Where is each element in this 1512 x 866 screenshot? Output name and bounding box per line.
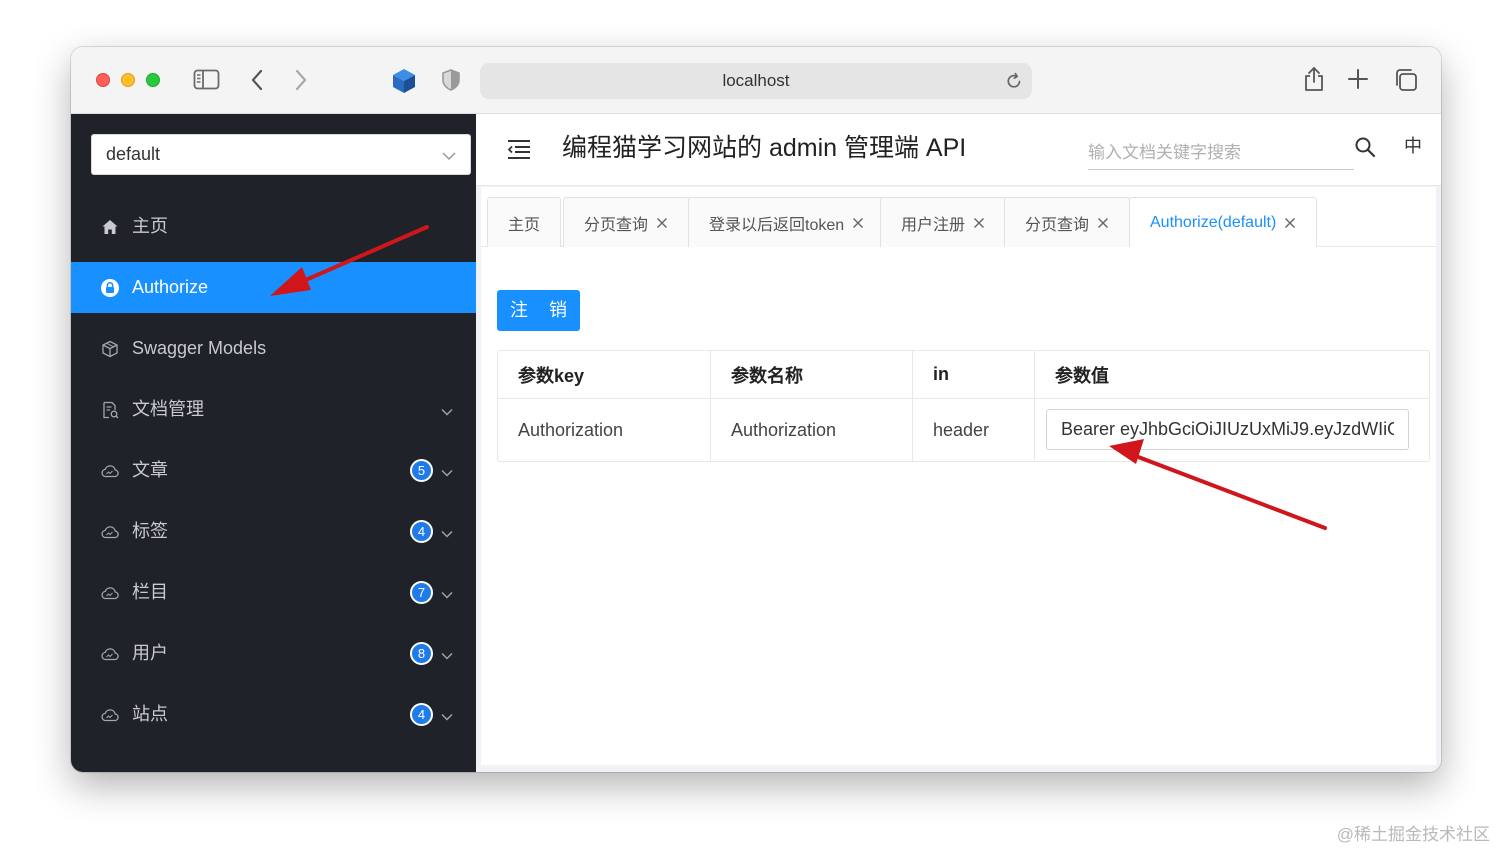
page-title: 编程猫学习网站的 admin 管理端 API (562, 134, 967, 162)
tab-user-register[interactable]: 用户注册 (880, 197, 1007, 247)
sidebar-item-column[interactable]: 栏目 7 (71, 567, 476, 618)
sidebar-item-label: 主页 (132, 216, 168, 236)
document-icon (100, 400, 120, 420)
column-header: 参数名称 (711, 351, 913, 398)
share-icon[interactable] (1303, 65, 1325, 93)
tab-paged-query-2[interactable]: 分页查询 (1004, 197, 1131, 247)
tab-label: 主页 (508, 216, 541, 234)
chevron-down-icon (441, 525, 453, 543)
close-window-button[interactable] (96, 73, 110, 87)
close-icon[interactable] (656, 217, 668, 229)
tab-label: 分页查询 (1025, 216, 1090, 234)
chevron-down-icon (441, 403, 453, 421)
url-text: localhost (722, 71, 790, 90)
cube-icon (100, 339, 120, 359)
tab-label: Authorize(default) (1150, 214, 1277, 231)
sidebar-item-label: 文章 (132, 460, 168, 480)
count-badge: 5 (410, 459, 433, 482)
sidebar-toggle-icon[interactable] (193, 68, 221, 92)
forward-icon[interactable] (293, 68, 309, 92)
column-header: 参数值 (1055, 365, 1109, 386)
table-row: Authorization Authorization header (498, 399, 1429, 461)
address-bar[interactable]: localhost (480, 63, 1032, 99)
sidebar-item-home[interactable]: 主页 (71, 201, 476, 252)
param-in-cell: header (913, 399, 1035, 461)
cloud-icon (100, 522, 120, 542)
cloud-icon (100, 705, 120, 725)
authorize-panel: 注 销 参数key 参数名称 in 参数值 Authorization Auth… (481, 247, 1436, 765)
param-key-cell: Authorization (498, 399, 711, 461)
sidebar-item-authorize[interactable]: Authorize (71, 262, 476, 313)
sidebar-item-user[interactable]: 用户 8 (71, 628, 476, 679)
privacy-shield-icon[interactable] (441, 68, 461, 92)
doc-search-input[interactable] (1088, 136, 1354, 170)
count-badge: 4 (410, 703, 433, 726)
sidebar-item-label: 文档管理 (132, 399, 204, 419)
sidebar-item-label: 用户 (132, 643, 168, 663)
logout-button[interactable]: 注 销 (497, 290, 580, 331)
sidebar-item-tag[interactable]: 标签 4 (71, 506, 476, 557)
reload-icon[interactable] (1004, 71, 1024, 96)
cloud-icon (100, 583, 120, 603)
main-area: 编程猫学习网站的 admin 管理端 API 中 主页 分页查询 登录以后返回t… (476, 114, 1441, 772)
back-icon[interactable] (249, 68, 265, 92)
close-icon[interactable] (852, 217, 864, 229)
tab-paged-query[interactable]: 分页查询 (563, 197, 690, 247)
group-select[interactable]: default (91, 134, 471, 175)
home-icon (100, 217, 120, 237)
close-icon[interactable] (973, 217, 985, 229)
chevron-down-icon (441, 464, 453, 482)
search-icon[interactable] (1354, 136, 1376, 163)
sidebar-item-site[interactable]: 站点 4 (71, 689, 476, 740)
new-tab-icon[interactable] (1347, 68, 1369, 90)
chevron-down-icon (441, 586, 453, 604)
chevron-down-icon (442, 148, 456, 166)
minimize-window-button[interactable] (121, 73, 135, 87)
tab-label: 用户注册 (901, 216, 966, 234)
chevron-down-icon (441, 647, 453, 665)
table-header-row: 参数key 参数名称 in 参数值 (498, 351, 1429, 399)
param-name-cell: Authorization (711, 399, 913, 461)
language-switch[interactable]: 中 (1404, 134, 1422, 158)
column-header: 参数key (498, 351, 711, 398)
cloud-icon (100, 644, 120, 664)
sidebar: default 主页 Authorize Swagger Models 文档管理… (71, 114, 476, 772)
close-icon[interactable] (1284, 217, 1296, 229)
sidebar-item-article[interactable]: 文章 5 (71, 445, 476, 496)
sidebar-item-label: Swagger Models (132, 338, 267, 358)
menu-collapse-icon[interactable] (506, 138, 532, 165)
sidebar-item-label: 标签 (132, 521, 168, 541)
tabs-bar: 主页 分页查询 登录以后返回token 用户注册 分页查询 Authorize(… (481, 187, 1436, 248)
tab-overview-icon[interactable] (1393, 67, 1419, 93)
count-badge: 4 (410, 520, 433, 543)
tab-label: 分页查询 (584, 216, 649, 234)
column-header: in (913, 351, 1035, 398)
sidebar-item-label: Authorize (132, 277, 209, 297)
sidebar-item-swagger-models[interactable]: Swagger Models (71, 323, 476, 374)
chevron-down-icon (441, 708, 453, 726)
tab-home[interactable]: 主页 (487, 197, 562, 247)
tab-label: 登录以后返回token (709, 216, 845, 234)
close-icon[interactable] (1097, 217, 1109, 229)
browser-window: localhost default 主页 Authorize Swagger M… (71, 47, 1441, 772)
app-header: 编程猫学习网站的 admin 管理端 API 中 (476, 114, 1441, 186)
tab-authorize-default[interactable]: Authorize(default) (1129, 197, 1318, 248)
count-badge: 7 (410, 581, 433, 604)
lock-icon (100, 278, 120, 298)
cloud-icon (100, 461, 120, 481)
group-select-value: default (106, 144, 161, 164)
count-badge: 8 (410, 642, 433, 665)
maximize-window-button[interactable] (146, 73, 160, 87)
watermark: @稀土掘金技术社区 (1336, 825, 1490, 844)
auth-params-table: 参数key 参数名称 in 参数值 Authorization Authoriz… (497, 350, 1430, 462)
param-value-input[interactable] (1046, 409, 1409, 450)
sidebar-item-label: 栏目 (132, 582, 168, 602)
extension-cube-icon[interactable] (391, 67, 417, 95)
browser-toolbar: localhost (71, 47, 1441, 114)
tab-login-token[interactable]: 登录以后返回token (688, 197, 886, 247)
sidebar-item-label: 站点 (132, 704, 168, 724)
sidebar-item-doc-management[interactable]: 文档管理 (71, 384, 476, 435)
